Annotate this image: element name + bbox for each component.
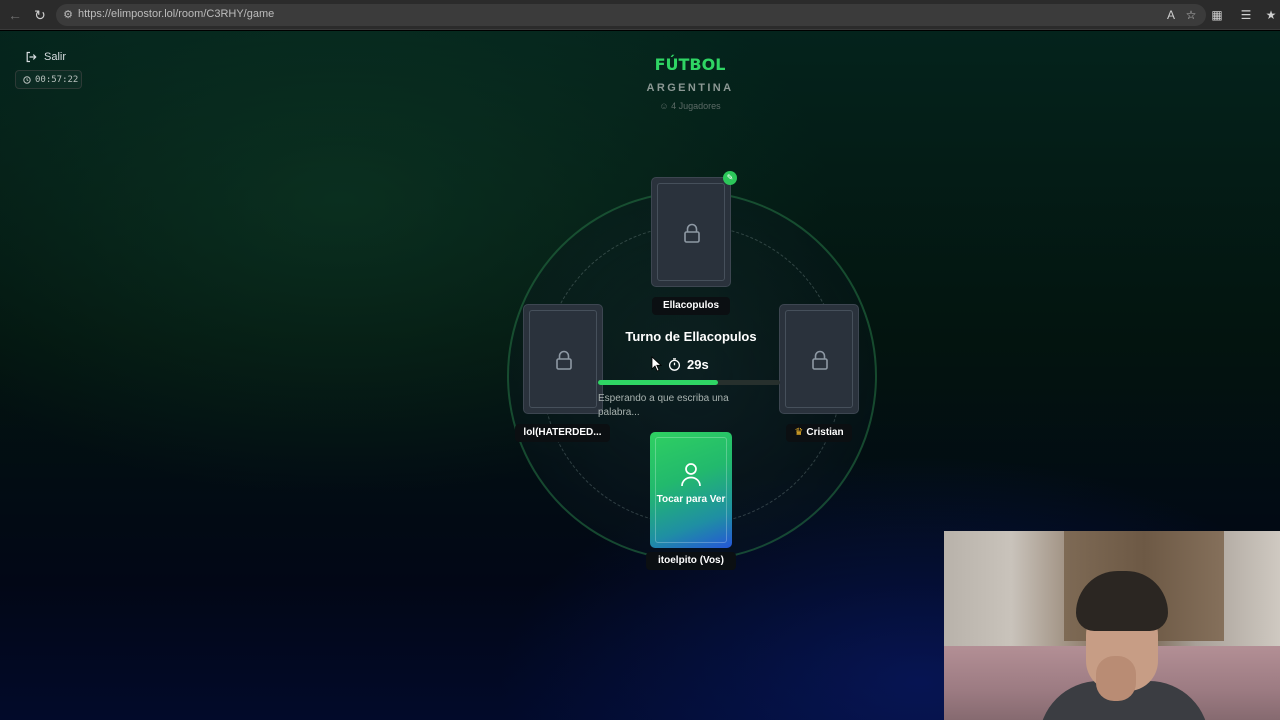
webcam-person-hand: [1096, 656, 1136, 701]
mouse-cursor-icon: [651, 356, 662, 372]
exit-label: Salir: [44, 51, 67, 63]
player-card-top: [651, 177, 731, 287]
users-icon: ☺: [659, 101, 669, 111]
player-name-top: Ellacopulos: [652, 297, 730, 315]
address-bar[interactable]: ⚙ https://elimpostor.lol/room/C3RHY/game: [56, 4, 1206, 26]
countdown-value: 29s: [687, 356, 709, 372]
lock-icon: [812, 350, 828, 370]
player-name-left: lol(HATERDED...: [515, 424, 610, 442]
favorites-bar-icon[interactable]: ☰: [1238, 7, 1254, 23]
player-name-me: itoelpito (Vos): [646, 552, 736, 570]
crown-icon: ♛: [794, 427, 804, 438]
collections-icon[interactable]: ★: [1263, 7, 1279, 23]
lock-icon: [556, 350, 572, 370]
player-name-right-label: Cristian: [806, 427, 844, 438]
browser-toolbar: ← ↻ ⚙ https://elimpostor.lol/room/C3RHY/…: [0, 0, 1280, 30]
writing-pencil-icon: ✎: [723, 171, 737, 185]
site-info-icon[interactable]: ⚙: [61, 7, 75, 23]
user-icon: [681, 463, 701, 487]
player-name-right: ♛ Cristian: [786, 424, 852, 442]
player-card-right: [779, 304, 859, 414]
extensions-icon[interactable]: ▦: [1209, 7, 1225, 23]
exit-button[interactable]: Salir: [25, 49, 66, 65]
players-count-label: 4 Jugadores: [671, 101, 721, 111]
clock-icon: [23, 75, 31, 84]
category-title: FÚTBOL: [654, 55, 726, 74]
subcategory-title: ARGENTINA: [646, 82, 734, 94]
elapsed-timer: 00:57:22: [15, 70, 82, 89]
reveal-card-label: Tocar para Ver: [656, 494, 726, 505]
turn-countdown: 29s: [668, 355, 709, 373]
player-card-left: [523, 304, 603, 414]
exit-icon: [26, 51, 37, 63]
players-count: ☺ 4 Jugadores: [540, 101, 840, 111]
turn-progress-bar: [598, 380, 780, 385]
stopwatch-icon: [668, 357, 681, 371]
url-text[interactable]: https://elimpostor.lol/room/C3RHY/game: [78, 8, 274, 20]
reload-icon[interactable]: ↻: [31, 6, 49, 24]
favorite-star-icon[interactable]: ☆: [1183, 7, 1199, 23]
lock-icon: [684, 223, 700, 243]
turn-title: Turno de Ellacopulos: [625, 329, 757, 344]
turn-progress-fill: [598, 380, 719, 385]
read-aloud-icon[interactable]: A: [1163, 7, 1179, 23]
my-card-reveal-button[interactable]: Tocar para Ver: [650, 432, 732, 548]
webcam-overlay: [944, 531, 1280, 720]
elapsed-time: 00:57:22: [35, 74, 79, 85]
waiting-text: Esperando a que escriba una palabra...: [598, 393, 729, 418]
back-arrow-icon[interactable]: ←: [6, 6, 24, 24]
